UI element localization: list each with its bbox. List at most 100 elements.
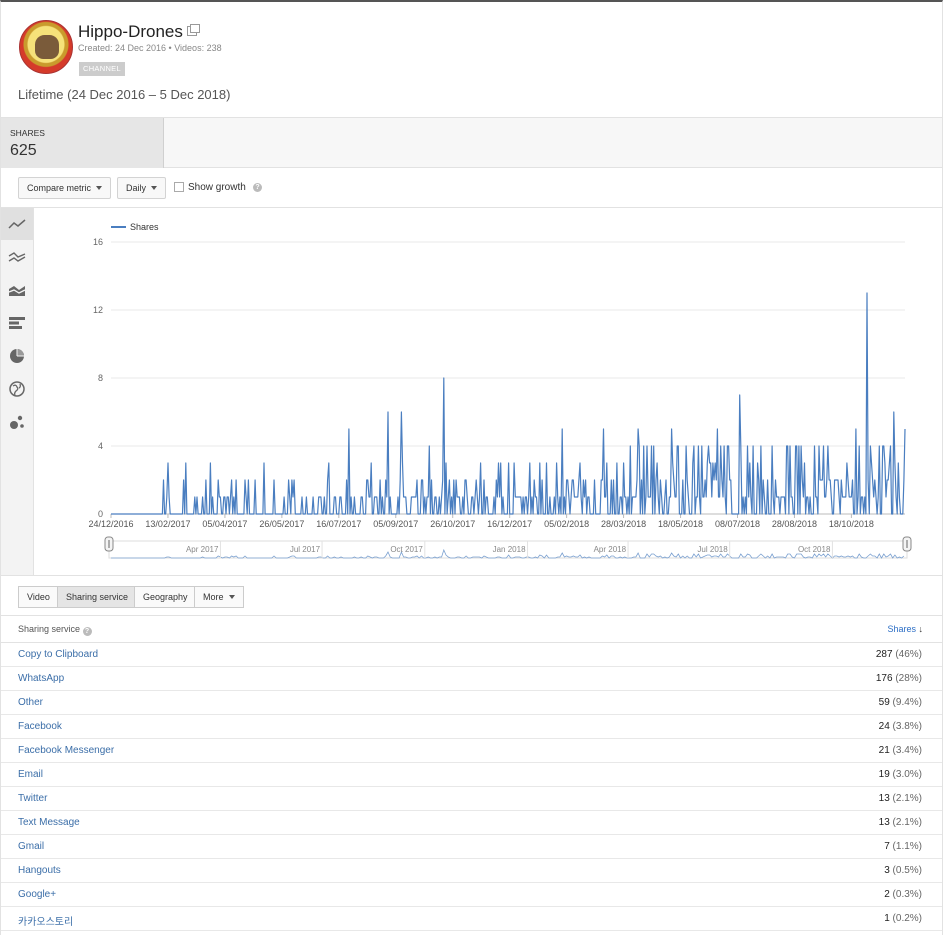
shares-line-chart[interactable]: 0 4 8 12 16 24/12/2016 13/02/2017 05/04/2017 26/… <box>35 208 941 575</box>
stacked-area-icon[interactable] <box>1 274 33 306</box>
x-tick-label: 18/05/2018 <box>658 519 703 529</box>
compare-metric-label: Compare metric <box>27 183 92 193</box>
sharing-service-link[interactable]: Facebook <box>18 721 62 732</box>
metric-bar: SHARES 625 <box>1 118 942 168</box>
sharing-service-link[interactable]: Google+ <box>18 889 56 900</box>
column-shares-sort[interactable]: Shares ↓ <box>887 624 923 634</box>
shares-count: 19 <box>878 769 890 780</box>
chart-controls: Compare metric Daily Show growth ? <box>1 168 942 208</box>
table-row: Copy to Clipboard 287 (46%) <box>1 643 942 667</box>
shares-percent: (28%) <box>895 673 922 684</box>
shares-percent: (0.3%) <box>892 889 922 900</box>
metric-value: 625 <box>10 142 37 159</box>
sharing-service-link[interactable]: Other <box>18 697 43 708</box>
sharing-service-link[interactable]: 카카오스토리 <box>18 913 73 928</box>
shares-count: 7 <box>884 841 890 852</box>
table-row: Hangouts 3 (0.5%) <box>1 859 942 883</box>
shares-value: 7 (1.1%) <box>884 841 922 852</box>
x-tick-label: 08/07/2018 <box>715 519 760 529</box>
sharing-service-link[interactable]: Gmail <box>18 841 44 852</box>
shares-value: 13 (2.1%) <box>879 793 922 804</box>
compare-metric-button[interactable]: Compare metric <box>18 177 112 199</box>
shares-count: 287 <box>875 649 893 660</box>
help-icon[interactable]: ? <box>82 627 92 636</box>
line-chart-icon[interactable] <box>1 208 33 240</box>
table-body: Copy to Clipboard 287 (46%) WhatsApp 176 (2… <box>1 643 942 931</box>
channel-avatar[interactable] <box>19 20 73 74</box>
channel-meta: Created: 24 Dec 2016 • Videos: 238 <box>78 43 222 53</box>
navigator-tick-label: Jul 2018 <box>697 545 728 554</box>
table-row: Google+ 2 (0.3%) <box>1 883 942 907</box>
granularity-dropdown[interactable]: Daily <box>117 177 167 199</box>
shares-value: 2 (0.3%) <box>884 889 922 900</box>
sharing-service-link[interactable]: Hangouts <box>18 865 61 876</box>
granularity-label: Daily <box>126 183 147 193</box>
bar-chart-icon[interactable] <box>1 307 33 339</box>
shares-value: 3 (0.5%) <box>884 865 922 876</box>
tab-sharing-service[interactable]: Sharing service <box>57 586 138 608</box>
shares-percent: (9.4%) <box>892 697 922 708</box>
tab-more-label: More <box>203 592 224 602</box>
map-icon[interactable] <box>1 373 33 405</box>
tab-geography[interactable]: Geography <box>134 586 197 608</box>
table-row: Text Message 13 (2.1%) <box>1 811 942 835</box>
y-tick-label: 16 <box>93 237 103 247</box>
table-header: Sharing service ? Shares ↓ <box>1 616 942 643</box>
bubble-chart-icon[interactable] <box>1 406 33 438</box>
multi-line-chart-icon[interactable] <box>1 241 33 273</box>
metric-tab-shares[interactable]: SHARES 625 <box>1 118 164 168</box>
shares-count: 24 <box>878 721 890 732</box>
external-link-icon[interactable] <box>187 24 200 36</box>
x-tick-label: 16/07/2017 <box>316 519 361 529</box>
x-tick-label: 05/04/2017 <box>202 519 247 529</box>
tab-more[interactable]: More <box>194 586 244 608</box>
x-tick-label: 26/05/2017 <box>259 519 304 529</box>
date-range[interactable]: Lifetime (24 Dec 2016 – 5 Dec 2018) <box>18 87 230 102</box>
sharing-service-link[interactable]: Email <box>18 769 43 780</box>
show-growth-checkbox[interactable] <box>174 182 184 192</box>
shares-count: 21 <box>878 745 890 756</box>
x-tick-label: 16/12/2017 <box>487 519 532 529</box>
chevron-down-icon <box>228 595 235 599</box>
chart-type-sidebar <box>1 208 34 575</box>
sharing-service-link[interactable]: Facebook Messenger <box>18 745 114 756</box>
help-icon[interactable]: ? <box>253 183 262 192</box>
channel-header: Hippo-Drones Created: 24 Dec 2016 • Vide… <box>1 2 942 118</box>
shares-value: 19 (3.0%) <box>879 769 922 780</box>
show-growth-label[interactable]: Show growth <box>188 182 246 193</box>
shares-count: 3 <box>884 865 890 876</box>
shares-value: 287 (46%) <box>876 649 922 660</box>
navigator-tick-label: Jan 2018 <box>493 545 526 554</box>
shares-value: 21 (3.4%) <box>879 745 922 756</box>
column-shares-label: Shares <box>887 624 916 634</box>
x-tick-label: 24/12/2016 <box>88 519 133 529</box>
chevron-down-icon <box>151 186 158 190</box>
chart-area: 0 4 8 12 16 24/12/2016 13/02/2017 05/04/2017 26/… <box>1 208 942 576</box>
dimension-tabs: Video Sharing service Geography More <box>1 577 942 616</box>
navigator-tick-label: Apr 2018 <box>594 545 627 554</box>
table-row: Gmail 7 (1.1%) <box>1 835 942 859</box>
shares-count: 176 <box>875 673 893 684</box>
x-tick-label: 28/03/2018 <box>601 519 646 529</box>
pie-chart-icon[interactable] <box>1 340 33 372</box>
chevron-down-icon <box>96 186 103 190</box>
navigator-tick-label: Jul 2017 <box>290 545 321 554</box>
shares-value: 13 (2.1%) <box>879 817 922 828</box>
shares-count: 13 <box>878 817 890 828</box>
sharing-service-link[interactable]: Twitter <box>18 793 47 804</box>
shares-percent: (0.5%) <box>892 865 922 876</box>
navigator-tick-label: Oct 2017 <box>390 545 423 554</box>
sharing-service-link[interactable]: Copy to Clipboard <box>18 649 98 660</box>
tab-video[interactable]: Video <box>18 586 59 608</box>
x-tick-label: 13/02/2017 <box>145 519 190 529</box>
shares-percent: (3.8%) <box>892 721 922 732</box>
sharing-service-link[interactable]: Text Message <box>18 817 80 828</box>
table-row: Facebook Messenger 21 (3.4%) <box>1 739 942 763</box>
y-tick-label: 0 <box>98 509 103 519</box>
sharing-service-link[interactable]: WhatsApp <box>18 673 64 684</box>
column-sharing-service-label: Sharing service <box>18 624 81 634</box>
shares-percent: (0.2%) <box>892 913 922 924</box>
table-row: Email 19 (3.0%) <box>1 763 942 787</box>
channel-title[interactable]: Hippo-Drones <box>78 22 183 42</box>
x-tick-label: 05/09/2017 <box>373 519 418 529</box>
